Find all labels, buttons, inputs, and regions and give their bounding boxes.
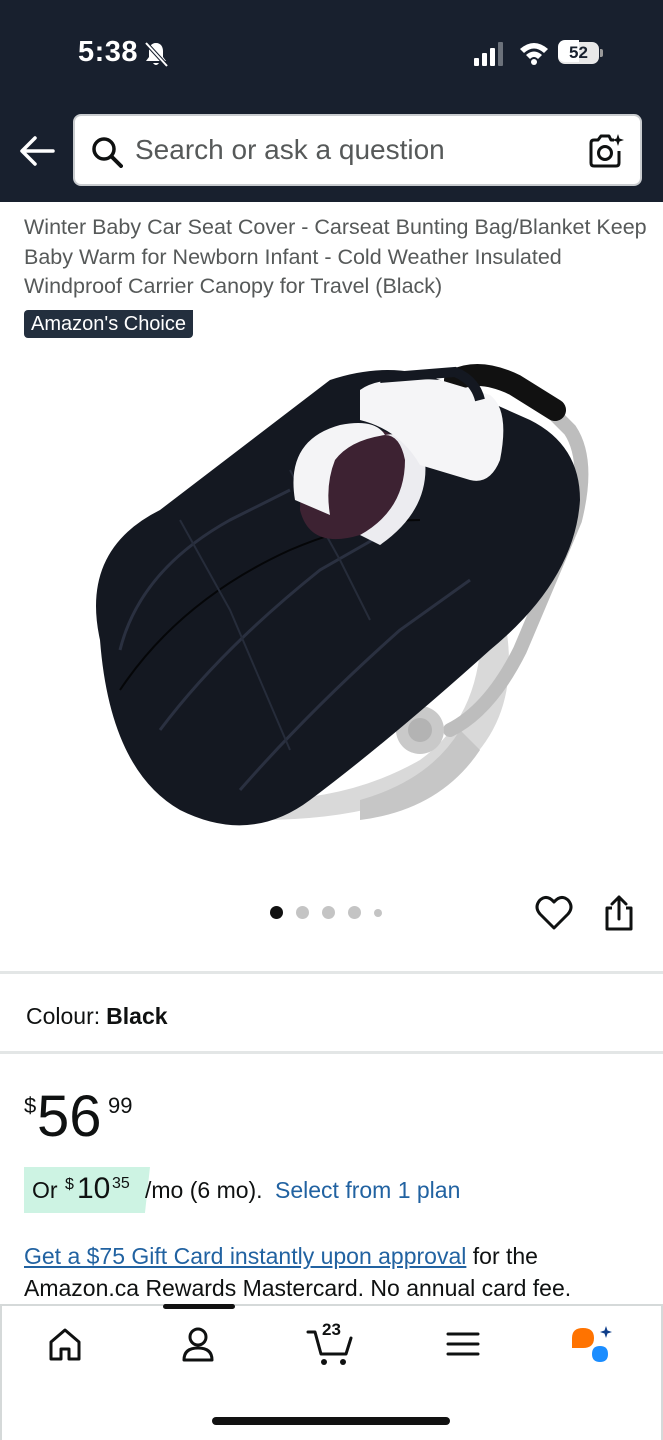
carousel-dot[interactable] <box>270 906 283 919</box>
gift-card-offer: Get a $75 Gift Card instantly upon appro… <box>24 1240 649 1304</box>
back-arrow-icon[interactable] <box>18 134 56 168</box>
installment-fraction: 35 <box>112 1175 130 1192</box>
installment-term: /mo (6 mo). <box>145 1177 263 1203</box>
home-indicator <box>212 1417 450 1425</box>
product-title[interactable]: Winter Baby Car Seat Cover - Carseat Bun… <box>24 213 649 302</box>
menu-icon[interactable] <box>443 1324 483 1364</box>
rufus-assistant-icon[interactable] <box>570 1324 616 1366</box>
section-divider <box>0 1051 663 1054</box>
search-bar[interactable] <box>73 114 642 186</box>
search-input[interactable] <box>135 116 565 184</box>
wifi-icon <box>520 43 548 65</box>
battery-icon: 52 <box>558 40 604 66</box>
installment-currency: $ <box>65 1176 74 1193</box>
silent-bell-icon <box>144 41 169 68</box>
carousel-dot[interactable] <box>296 906 309 919</box>
colour-value: Black <box>106 1003 168 1029</box>
section-divider <box>0 971 663 974</box>
price-currency: $ <box>24 1093 37 1118</box>
installment-offer: Or $ 10 35 /mo (6 mo). Select from 1 pla… <box>24 1167 624 1213</box>
heart-icon[interactable] <box>535 895 573 931</box>
colour-label: Colour: <box>26 1003 101 1029</box>
carousel-dot[interactable] <box>348 906 361 919</box>
share-icon[interactable] <box>603 893 635 933</box>
select-plan-link[interactable]: Select from 1 plan <box>275 1177 460 1204</box>
price-fraction: 99 <box>108 1093 133 1118</box>
account-icon[interactable] <box>178 1324 218 1364</box>
search-icon <box>92 137 123 168</box>
colour-selector[interactable]: Colour: Black <box>26 1003 168 1030</box>
battery-percent: 52 <box>569 43 588 62</box>
carousel-dot[interactable] <box>374 909 382 917</box>
camera-lens-icon[interactable] <box>587 132 625 170</box>
gift-card-link[interactable]: Get a $75 Gift Card instantly upon appro… <box>24 1243 466 1269</box>
product-image[interactable] <box>60 350 620 850</box>
active-tab-indicator <box>163 1304 235 1309</box>
price-whole: 56 <box>37 1084 102 1149</box>
installment-prefix: Or <box>32 1177 58 1203</box>
installment-whole: 10 <box>77 1172 111 1205</box>
cart-count: 23 <box>322 1320 341 1339</box>
carousel-dot[interactable] <box>322 906 335 919</box>
home-icon[interactable] <box>45 1324 85 1364</box>
status-time: 5:38 <box>78 36 139 68</box>
amazons-choice-badge[interactable]: Amazon's Choice <box>24 310 193 338</box>
cellular-signal-icon <box>474 42 503 66</box>
